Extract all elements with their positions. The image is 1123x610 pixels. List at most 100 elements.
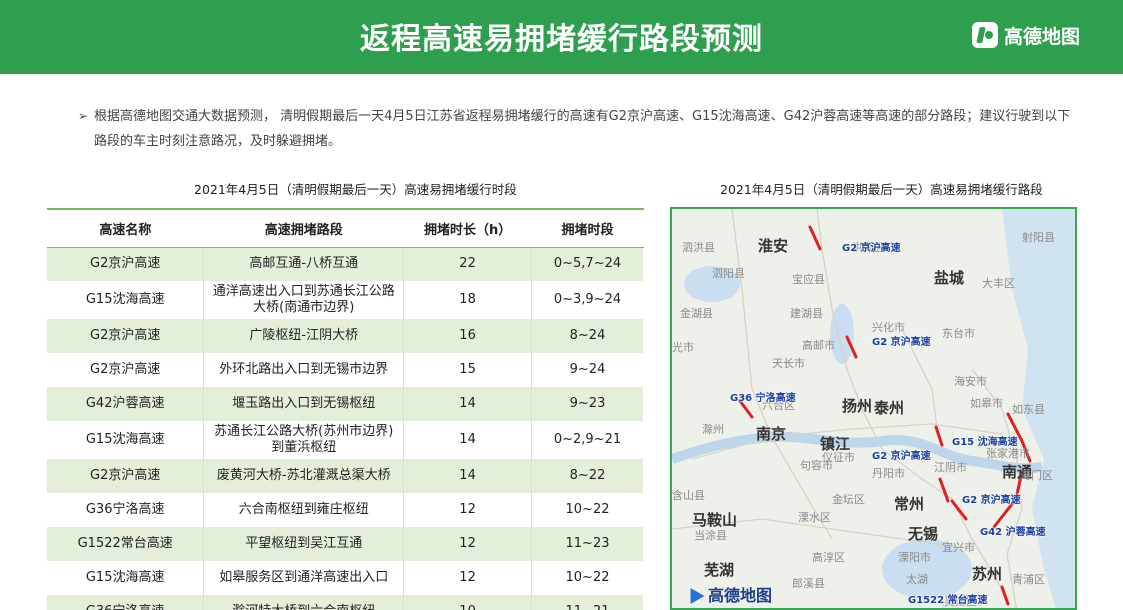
table-cell-segment: 苏通长江公路大桥(苏州市边界)到董浜枢纽 xyxy=(203,421,405,459)
table-cell-highway: G1522常台高速 xyxy=(47,527,205,561)
map-town-label: 丹阳市 xyxy=(872,467,905,480)
table-caption: 2021年4月5日（清明假期最后一天）高速易拥堵缓行时段 xyxy=(194,182,517,197)
table-cell-period: 0~3,9~24 xyxy=(531,281,644,319)
table-cell-segment: 高邮互通-八桥互通 xyxy=(203,247,405,281)
table-row: G42沪蓉高速 堰玉路出入口到无锡枢纽 14 9~23 xyxy=(47,387,644,421)
map-city-label: 无锡 xyxy=(908,525,939,543)
congestion-table: 高速名称 高速拥堵路段 拥堵时长（h） 拥堵时段 G2京沪高速 高邮互通-八桥互通… xyxy=(47,208,644,610)
map-road-label: G1522 常台高速 xyxy=(908,595,988,606)
table-cell-duration: 22 xyxy=(403,247,533,281)
map-city-label: 苏州 xyxy=(972,565,1003,583)
congestion-map[interactable]: 南京 扬州 泰州 镇江 常州 无锡 苏州 南通 盐城 淮安 马鞍山 芜湖 泗洪县 泗阳县 宝应县 建湖县 大丰… xyxy=(670,207,1077,610)
map-road-label: G2 京沪高速 xyxy=(872,337,931,348)
amap-logo-icon xyxy=(972,22,998,48)
map-road-label: G2 京沪高速 xyxy=(872,451,931,462)
map-town-label: 郎溪县 xyxy=(792,577,825,590)
table-cell-duration: 12 xyxy=(403,527,533,561)
map-town-label: 太湖 xyxy=(906,573,928,586)
table-cell-segment: 外环北路出入口到无锡市边界 xyxy=(203,353,405,387)
amap-logo: 高德地图 xyxy=(972,20,1080,50)
table-cell-duration: 10 xyxy=(403,595,533,610)
map-town-label: 溧阳市 xyxy=(898,551,931,564)
map-town-label: 大丰区 xyxy=(982,277,1015,290)
map-town-label: 句容市 xyxy=(800,459,833,472)
table-row: G15沈海高速 如皋服务区到通洋高速出入口 12 10~22 xyxy=(47,561,644,595)
map-brand-text: 高德地图 xyxy=(708,586,773,605)
table-cell-highway: G2京沪高速 xyxy=(47,459,205,493)
table-cell-segment: 堰玉路出入口到无锡枢纽 xyxy=(203,387,405,421)
map-road-label: G15 沈海高速 xyxy=(952,437,1018,448)
map-road-label: G36 宁洛高速 xyxy=(730,393,796,404)
map-town-label: 泗洪县 xyxy=(682,241,715,254)
map-town-label: 青浦区 xyxy=(1012,573,1045,586)
table-row: G2京沪高速 废黄河大桥-苏北灌溉总渠大桥 14 8~22 xyxy=(47,459,644,493)
map-city-label: 淮安 xyxy=(758,237,789,255)
table-cell-segment: 广陵枢纽-江阴大桥 xyxy=(203,319,405,353)
table-cell-period: 8~24 xyxy=(531,319,644,353)
map-road-label: G42 沪蓉高速 xyxy=(980,527,1046,538)
table-row: G2京沪高速 外环北路出入口到无锡市边界 15 9~24 xyxy=(47,353,644,387)
map-town-label: 宜兴市 xyxy=(942,541,975,554)
map-town-label: 建湖县 xyxy=(790,307,823,320)
table-cell-duration: 18 xyxy=(403,281,533,319)
map-city-label: 芜湖 xyxy=(704,561,735,579)
intro-paragraph: ➢ 根据高德地图交通大数据预测， 清明假期最后一天4月5日江苏省返程易拥堵缓行的… xyxy=(78,104,1078,154)
table-cell-duration: 16 xyxy=(403,319,533,353)
map-town-label: 海门区 xyxy=(1020,469,1053,482)
table-row: G36宁洛高速 六合南枢纽到雍庄枢纽 12 10~22 xyxy=(47,493,644,527)
table-cell-period: 9~23 xyxy=(531,387,644,421)
map-city-label: 常州 xyxy=(894,495,925,513)
intro-text: 根据高德地图交通大数据预测， 清明假期最后一天4月5日江苏省返程易拥堵缓行的高速… xyxy=(94,109,1071,149)
table-cell-period: 11~21 xyxy=(531,595,644,610)
amap-logo-text: 高德地图 xyxy=(1004,25,1081,48)
table-row: G2京沪高速 广陵枢纽-江阴大桥 16 8~24 xyxy=(47,319,644,353)
map-town-label: 如皋市 xyxy=(970,397,1003,410)
map-town-label: 高淳区 xyxy=(812,551,845,564)
table-cell-period: 0~5,7~24 xyxy=(531,247,644,281)
map-city-label: 盐城 xyxy=(934,269,965,287)
map-caption: 2021年4月5日（清明假期最后一天）高速易拥堵缓行路段 xyxy=(720,182,1043,197)
table-row: G36宁洛高速滁河特大桥到六合南枢纽1011~21 xyxy=(47,595,644,610)
bullet-arrow-icon: ➢ xyxy=(78,109,89,123)
map-town-label: 江阴市 xyxy=(934,461,967,474)
map-town-label: 金坛区 xyxy=(832,493,865,506)
table-cell-highway: G42沪蓉高速 xyxy=(47,387,205,421)
table-cell-highway: G15沈海高速 xyxy=(47,421,205,459)
table-cell-segment: 废黄河大桥-苏北灌溉总渠大桥 xyxy=(203,459,405,493)
map-town-label: 光市 xyxy=(672,341,694,354)
table-cell-period: 0~2,9~21 xyxy=(531,421,644,459)
map-town-label: 宝应县 xyxy=(792,273,825,286)
table-cell-duration: 15 xyxy=(403,353,533,387)
table-cell-duration: 12 xyxy=(403,493,533,527)
table-cell-duration: 12 xyxy=(403,561,533,595)
table-cell-segment: 滁河特大桥到六合南枢纽 xyxy=(203,595,405,610)
table-cell-segment: 通洋高速出入口到苏通长江公路大桥(南通市边界) xyxy=(203,281,405,319)
table-cell-highway: G15沈海高速 xyxy=(47,281,205,319)
table-cell-highway: G36宁洛高速 xyxy=(47,493,205,527)
map-city-label: 南京 xyxy=(756,425,787,443)
table-cell-segment: 六合南枢纽到雍庄枢纽 xyxy=(203,493,405,527)
table-row: G1522常台高速 平望枢纽到吴江互通 12 11~23 xyxy=(47,527,644,561)
map-town-label: 海安市 xyxy=(954,375,987,388)
navigation-arrow-icon xyxy=(683,583,705,605)
page-header: 返程高速易拥堵缓行路段预测 高德地图 xyxy=(0,0,1123,74)
table-cell-period: 10~22 xyxy=(531,561,644,595)
map-road-label: G2 京沪高速 xyxy=(842,243,901,254)
table-cell-segment: 平望枢纽到吴江互通 xyxy=(203,527,405,561)
map-brand: 高德地图 xyxy=(683,582,773,606)
map-town-label: 高邮市 xyxy=(802,339,835,352)
map-road-label: G2 京沪高速 xyxy=(962,495,1021,506)
table-cell-period: 10~22 xyxy=(531,493,644,527)
table-cell-duration: 14 xyxy=(403,387,533,421)
map-town-label: 滁州 xyxy=(702,423,724,436)
table-row: G15沈海高速 苏通长江公路大桥(苏州市边界)到董浜枢纽 14 0~2,9~21 xyxy=(47,421,644,459)
table-cell-highway: G2京沪高速 xyxy=(47,353,205,387)
map-city-label: 泰州 xyxy=(874,399,905,417)
map-town-label: 溧水区 xyxy=(798,511,831,524)
map-city-label: 扬州 xyxy=(842,397,873,415)
map-town-label: 金湖县 xyxy=(680,307,713,320)
column-header: 高速拥堵路段 xyxy=(203,208,404,248)
map-town-label: 东台市 xyxy=(942,327,975,340)
map-town-label: 如东县 xyxy=(1012,403,1045,416)
column-header: 拥堵时长（h） xyxy=(403,208,532,248)
